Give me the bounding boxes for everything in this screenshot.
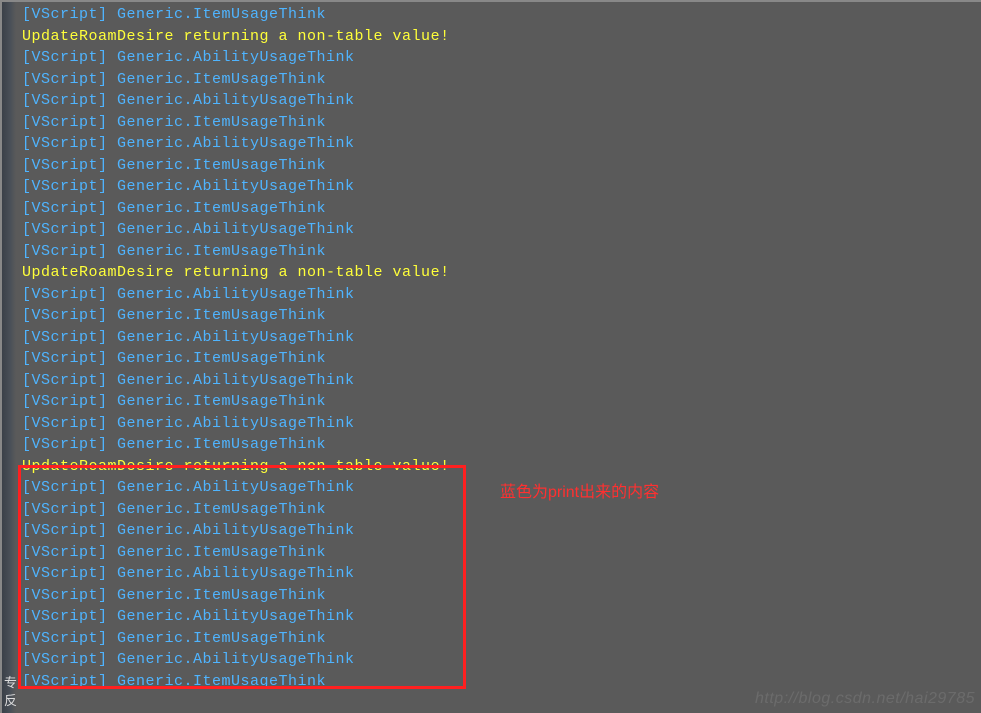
watermark-text: http://blog.csdn.net/hai29785 bbox=[755, 688, 975, 710]
console-line: [VScript] Generic.ItemUsageThink bbox=[22, 391, 981, 413]
log-prefix: [VScript] bbox=[22, 6, 108, 23]
log-prefix: [VScript] bbox=[22, 178, 108, 195]
warning-text: UpdateRoamDesire returning a non-table v… bbox=[22, 28, 450, 45]
console-line: [VScript] Generic.ItemUsageThink bbox=[22, 585, 981, 607]
log-message: Generic.ItemUsageThink bbox=[108, 157, 327, 174]
log-message: Generic.AbilityUsageThink bbox=[108, 415, 355, 432]
log-message: Generic.ItemUsageThink bbox=[108, 630, 327, 647]
edge-char-2: 反 bbox=[4, 690, 17, 712]
console-line: [VScript] Generic.AbilityUsageThink bbox=[22, 520, 981, 542]
log-message: Generic.ItemUsageThink bbox=[108, 350, 327, 367]
log-prefix: [VScript] bbox=[22, 221, 108, 238]
console-line: [VScript] Generic.AbilityUsageThink bbox=[22, 133, 981, 155]
console-line: [VScript] Generic.ItemUsageThink bbox=[22, 69, 981, 91]
log-prefix: [VScript] bbox=[22, 49, 108, 66]
console-line: [VScript] Generic.AbilityUsageThink bbox=[22, 284, 981, 306]
log-prefix: [VScript] bbox=[22, 479, 108, 496]
console-line: UpdateRoamDesire returning a non-table v… bbox=[22, 262, 981, 284]
log-prefix: [VScript] bbox=[22, 651, 108, 668]
console-line: [VScript] Generic.AbilityUsageThink bbox=[22, 176, 981, 198]
log-message: Generic.AbilityUsageThink bbox=[108, 651, 355, 668]
log-message: Generic.ItemUsageThink bbox=[108, 71, 327, 88]
warning-text: UpdateRoamDesire returning a non-table v… bbox=[22, 264, 450, 281]
console-line: [VScript] Generic.ItemUsageThink bbox=[22, 112, 981, 134]
log-message: Generic.ItemUsageThink bbox=[108, 243, 327, 260]
log-prefix: [VScript] bbox=[22, 243, 108, 260]
log-prefix: [VScript] bbox=[22, 565, 108, 582]
console-line: [VScript] Generic.AbilityUsageThink bbox=[22, 219, 981, 241]
log-prefix: [VScript] bbox=[22, 372, 108, 389]
log-message: Generic.ItemUsageThink bbox=[108, 200, 327, 217]
log-prefix: [VScript] bbox=[22, 544, 108, 561]
log-message: Generic.AbilityUsageThink bbox=[108, 565, 355, 582]
log-message: Generic.ItemUsageThink bbox=[108, 501, 327, 518]
console-line: [VScript] Generic.AbilityUsageThink bbox=[22, 370, 981, 392]
log-message: Generic.ItemUsageThink bbox=[108, 587, 327, 604]
log-message: Generic.AbilityUsageThink bbox=[108, 178, 355, 195]
log-message: Generic.AbilityUsageThink bbox=[108, 479, 355, 496]
console-line: UpdateRoamDesire returning a non-table v… bbox=[22, 26, 981, 48]
console-line: [VScript] Generic.ItemUsageThink bbox=[22, 305, 981, 327]
console-line: [VScript] Generic.ItemUsageThink bbox=[22, 155, 981, 177]
annotation-text: 蓝色为print出来的内容 bbox=[500, 482, 659, 504]
log-prefix: [VScript] bbox=[22, 71, 108, 88]
console-line: [VScript] Generic.AbilityUsageThink bbox=[22, 649, 981, 671]
log-prefix: [VScript] bbox=[22, 501, 108, 518]
log-message: Generic.ItemUsageThink bbox=[108, 544, 327, 561]
log-prefix: [VScript] bbox=[22, 157, 108, 174]
log-message: Generic.AbilityUsageThink bbox=[108, 372, 355, 389]
console-line: [VScript] Generic.ItemUsageThink bbox=[22, 4, 981, 26]
log-message: Generic.AbilityUsageThink bbox=[108, 608, 355, 625]
console-line: [VScript] Generic.AbilityUsageThink bbox=[22, 47, 981, 69]
warning-text: UpdateRoamDesire returning a non-table v… bbox=[22, 458, 450, 475]
log-prefix: [VScript] bbox=[22, 329, 108, 346]
console-line: [VScript] Generic.AbilityUsageThink bbox=[22, 413, 981, 435]
log-prefix: [VScript] bbox=[22, 436, 108, 453]
log-prefix: [VScript] bbox=[22, 307, 108, 324]
log-prefix: [VScript] bbox=[22, 415, 108, 432]
log-prefix: [VScript] bbox=[22, 92, 108, 109]
log-prefix: [VScript] bbox=[22, 587, 108, 604]
window-left-edge bbox=[2, 2, 16, 713]
log-message: Generic.ItemUsageThink bbox=[108, 6, 327, 23]
console-line: [VScript] Generic.AbilityUsageThink bbox=[22, 563, 981, 585]
console-line: [VScript] Generic.ItemUsageThink bbox=[22, 348, 981, 370]
console-line: [VScript] Generic.ItemUsageThink bbox=[22, 198, 981, 220]
log-prefix: [VScript] bbox=[22, 673, 108, 690]
log-prefix: [VScript] bbox=[22, 350, 108, 367]
log-prefix: [VScript] bbox=[22, 200, 108, 217]
log-message: Generic.ItemUsageThink bbox=[108, 393, 327, 410]
log-prefix: [VScript] bbox=[22, 608, 108, 625]
console-line: [VScript] Generic.ItemUsageThink bbox=[22, 542, 981, 564]
log-prefix: [VScript] bbox=[22, 522, 108, 539]
log-message: Generic.ItemUsageThink bbox=[108, 436, 327, 453]
console-line: [VScript] Generic.AbilityUsageThink bbox=[22, 327, 981, 349]
log-message: Generic.AbilityUsageThink bbox=[108, 135, 355, 152]
console-line: [VScript] Generic.AbilityUsageThink bbox=[22, 606, 981, 628]
log-prefix: [VScript] bbox=[22, 393, 108, 410]
log-message: Generic.ItemUsageThink bbox=[108, 673, 327, 690]
log-message: Generic.ItemUsageThink bbox=[108, 307, 327, 324]
log-message: Generic.AbilityUsageThink bbox=[108, 221, 355, 238]
console-line: [VScript] Generic.ItemUsageThink bbox=[22, 241, 981, 263]
console-line: [VScript] Generic.ItemUsageThink bbox=[22, 434, 981, 456]
log-message: Generic.AbilityUsageThink bbox=[108, 329, 355, 346]
console-line: UpdateRoamDesire returning a non-table v… bbox=[22, 456, 981, 478]
log-prefix: [VScript] bbox=[22, 630, 108, 647]
log-prefix: [VScript] bbox=[22, 135, 108, 152]
log-message: Generic.AbilityUsageThink bbox=[108, 49, 355, 66]
log-message: Generic.AbilityUsageThink bbox=[108, 92, 355, 109]
console-line: [VScript] Generic.AbilityUsageThink bbox=[22, 90, 981, 112]
log-message: Generic.AbilityUsageThink bbox=[108, 286, 355, 303]
log-message: Generic.ItemUsageThink bbox=[108, 114, 327, 131]
log-prefix: [VScript] bbox=[22, 286, 108, 303]
console-line: [VScript] Generic.ItemUsageThink bbox=[22, 628, 981, 650]
log-prefix: [VScript] bbox=[22, 114, 108, 131]
log-message: Generic.AbilityUsageThink bbox=[108, 522, 355, 539]
console-output[interactable]: [VScript] Generic.ItemUsageThinkUpdateRo… bbox=[2, 2, 981, 692]
